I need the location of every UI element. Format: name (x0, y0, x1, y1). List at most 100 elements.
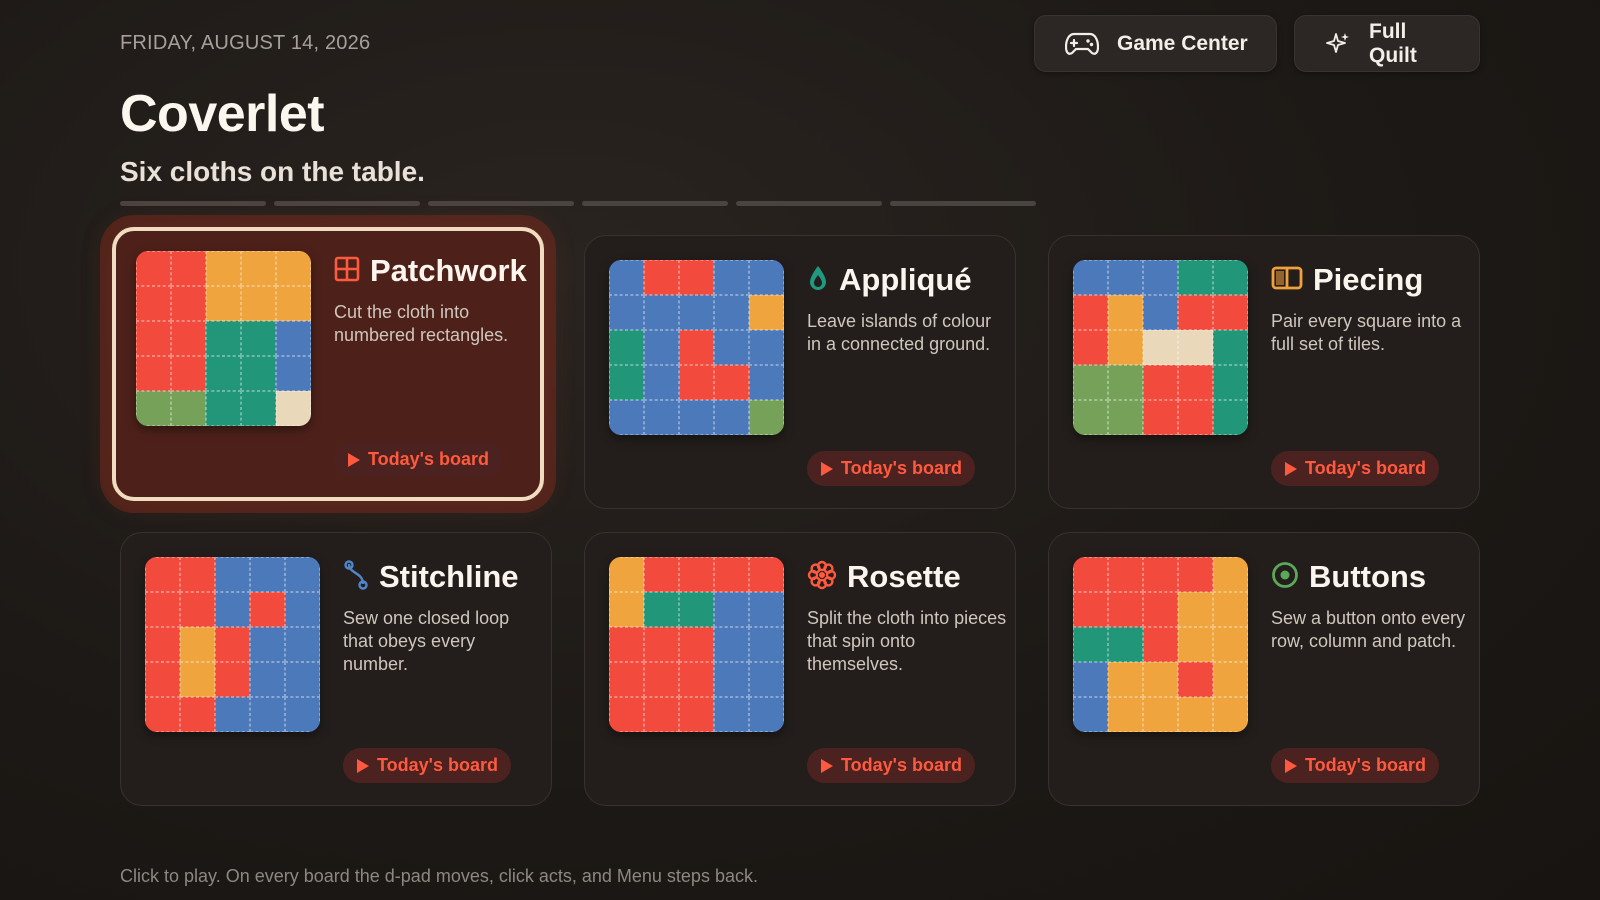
thumbnail-cell (609, 330, 644, 365)
thumbnail-cell (1073, 627, 1108, 662)
thumbnail-cell (215, 627, 250, 662)
game-card-buttons[interactable]: Buttons Sew a button onto every row, colu… (1048, 532, 1480, 806)
card-title: Rosette (847, 559, 961, 594)
thumbnail-cell (215, 592, 250, 627)
thumbnail-cell (749, 557, 784, 592)
todays-board-button[interactable]: Today's board (343, 748, 511, 783)
card-title: Buttons (1309, 559, 1427, 594)
thumbnail-cell (1143, 330, 1178, 365)
thumbnail-cell (250, 662, 285, 697)
thumbnail-cell (1213, 330, 1248, 365)
card-title: Piecing (1313, 262, 1424, 297)
thumbnail-cell (1178, 365, 1213, 400)
page-subtitle: Six cloths on the table. (120, 156, 425, 187)
thumbnail-cell (180, 662, 215, 697)
full-quilt-button[interactable]: Full Quilt (1294, 15, 1480, 72)
thumbnail-cell (241, 251, 276, 286)
thumbnail-cell (1178, 592, 1213, 627)
board-thumbnail (145, 557, 320, 732)
thumbnail-cell (714, 557, 749, 592)
thumbnail-cell (1108, 557, 1143, 592)
thumbnail-cell (171, 356, 206, 391)
thumbnail-cell (749, 365, 784, 400)
thumbnail-cell (679, 557, 714, 592)
thumbnail-cell (285, 557, 320, 592)
card-info: Stitchline Sew one closed loop that obeys… (343, 557, 543, 676)
thumbnail-cell (644, 662, 679, 697)
thumbnail-cell (679, 330, 714, 365)
card-header: Buttons (1271, 557, 1471, 597)
todays-board-button[interactable]: Today's board (1271, 748, 1439, 783)
thumbnail-cell (644, 627, 679, 662)
thumbnail-cell (1178, 627, 1213, 662)
thumbnail-cell (215, 557, 250, 592)
thumbnail-cell (609, 627, 644, 662)
todays-board-button[interactable]: Today's board (1271, 451, 1439, 486)
game-card-piecing[interactable]: Piecing Pair every square into a full set… (1048, 235, 1480, 509)
card-info: Rosette Split the cloth into pieces that … (807, 557, 1007, 676)
thumbnail-cell (644, 330, 679, 365)
thumbnail-cell (1213, 697, 1248, 732)
thumbnail-cell (1213, 662, 1248, 697)
thumbnail-cell (749, 697, 784, 732)
thumbnail-cell (171, 391, 206, 426)
thumbnail-cell (644, 697, 679, 732)
thumbnail-cell (749, 260, 784, 295)
help-text: Click to play. On every board the d-pad … (120, 866, 758, 886)
thumbnail-cell (1108, 697, 1143, 732)
thumbnail-cell (609, 260, 644, 295)
thumbnail-cell (1178, 557, 1213, 592)
thumbnail-cell (145, 557, 180, 592)
todays-board-label: Today's board (841, 458, 962, 478)
thumbnail-cell (1213, 557, 1248, 592)
play-icon (821, 758, 833, 773)
thumbnail-cell (1178, 697, 1213, 732)
grid-icon (334, 256, 360, 287)
thumbnail-cell (285, 592, 320, 627)
thumbnail-cell (679, 662, 714, 697)
thumbnail-cell (206, 251, 241, 286)
thumbnail-cell (145, 627, 180, 662)
thumbnail-cell (250, 627, 285, 662)
thumbnail-cell (1108, 260, 1143, 295)
card-description: Cut the cloth into numbered rectangles. (334, 302, 509, 345)
path-icon (343, 559, 369, 595)
thumbnail-cell (285, 697, 320, 732)
thumbnail-cell (1213, 365, 1248, 400)
thumbnail-cell (679, 260, 714, 295)
thumbnail-cell (276, 391, 311, 426)
todays-board-button[interactable]: Today's board (334, 442, 502, 477)
todays-board-button[interactable]: Today's board (807, 748, 975, 783)
card-info: Piecing Pair every square into a full set… (1271, 260, 1471, 356)
thumbnail-cell (1213, 400, 1248, 435)
board-thumbnail (609, 557, 784, 732)
flower-icon (807, 560, 837, 595)
thumbnail-cell (206, 391, 241, 426)
thumbnail-cell (1143, 365, 1178, 400)
thumbnail-cell (679, 697, 714, 732)
thumbnail-cell (1213, 260, 1248, 295)
play-icon (357, 758, 369, 773)
game-card-rosette[interactable]: Rosette Split the cloth into pieces that … (584, 532, 1016, 806)
thumbnail-cell (679, 295, 714, 330)
thumbnail-cell (644, 557, 679, 592)
thumbnail-cell (749, 400, 784, 435)
game-center-button[interactable]: Game Center (1034, 15, 1277, 72)
todays-board-label: Today's board (368, 449, 489, 469)
game-center-label: Game Center (1117, 31, 1248, 55)
progress-segment (120, 201, 266, 206)
thumbnail-cell (1213, 592, 1248, 627)
thumbnail-cell (1143, 295, 1178, 330)
thumbnail-cell (171, 321, 206, 356)
game-card-stitchline[interactable]: Stitchline Sew one closed loop that obeys… (120, 532, 552, 806)
thumbnail-cell (1108, 592, 1143, 627)
card-title: Stitchline (379, 559, 519, 594)
thumbnail-cell (609, 365, 644, 400)
card-description: Pair every square into a full set of til… (1271, 311, 1462, 354)
thumbnail-cell (609, 557, 644, 592)
todays-board-button[interactable]: Today's board (807, 451, 975, 486)
thumbnail-cell (1073, 295, 1108, 330)
thumbnail-cell (250, 592, 285, 627)
game-card-patchwork[interactable]: Patchwork Cut the cloth into numbered rec… (112, 227, 544, 501)
game-card-applique[interactable]: Appliqué Leave islands of colour in a con… (584, 235, 1016, 509)
